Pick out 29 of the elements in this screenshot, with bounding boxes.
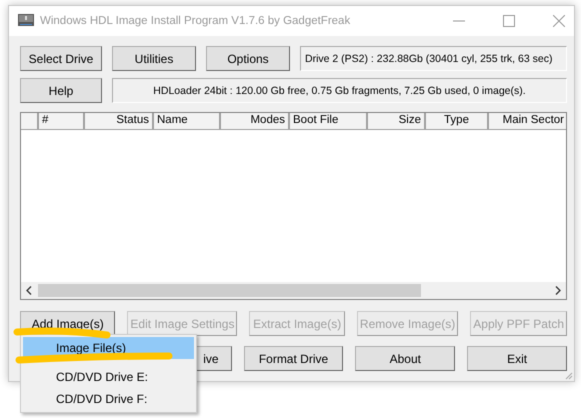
- column-header[interactable]: Status: [85, 113, 154, 130]
- menu-item[interactable]: CD/DVD Drive F:: [23, 388, 194, 410]
- disk-usage-info: HDLoader 24bit : 120.00 Gb free, 0.75 Gb fragments, 7.25 Gb used, 0 image(s).: [112, 78, 567, 103]
- image-list[interactable]: # Status Name Modes Boot File Size Type Main Sector: [20, 112, 567, 300]
- close-icon[interactable]: [553, 15, 565, 27]
- menu-item[interactable]: CD/DVD Drive E:: [23, 366, 194, 388]
- scroll-right-icon[interactable]: [555, 286, 561, 295]
- horizontal-scrollbar[interactable]: [21, 282, 566, 299]
- column-header[interactable]: Name: [154, 113, 221, 130]
- toolbar-button[interactable]: Utilities: [112, 46, 196, 71]
- drive-info: Drive 2 (PS2) : 232.88Gb (30401 cyl, 255 trk, 63 sec): [300, 46, 567, 71]
- column-header[interactable]: Size: [368, 113, 426, 130]
- action-button[interactable]: Exit: [467, 346, 567, 371]
- column-header[interactable]: Modes: [221, 113, 290, 130]
- drive-icon: [18, 14, 34, 28]
- scroll-left-icon[interactable]: [26, 286, 32, 295]
- toolbar-button[interactable]: Select Drive: [20, 46, 102, 71]
- window-title: Windows HDL Image Install Program V1.7.6 by GadgetFreak: [40, 15, 350, 27]
- column-header[interactable]: Boot File: [290, 113, 368, 130]
- action-button[interactable]: Format Drive: [244, 346, 344, 371]
- column-header[interactable]: [21, 113, 39, 130]
- column-header[interactable]: Main Sector: [489, 113, 566, 130]
- action-button[interactable]: About: [355, 346, 456, 371]
- column-header[interactable]: Type: [426, 113, 489, 130]
- help-button[interactable]: Help: [20, 78, 102, 103]
- column-header[interactable]: #: [39, 113, 85, 130]
- maximize-icon[interactable]: [503, 15, 515, 27]
- toolbar-button[interactable]: Options: [206, 46, 290, 71]
- resize-grip-icon[interactable]: [563, 370, 573, 380]
